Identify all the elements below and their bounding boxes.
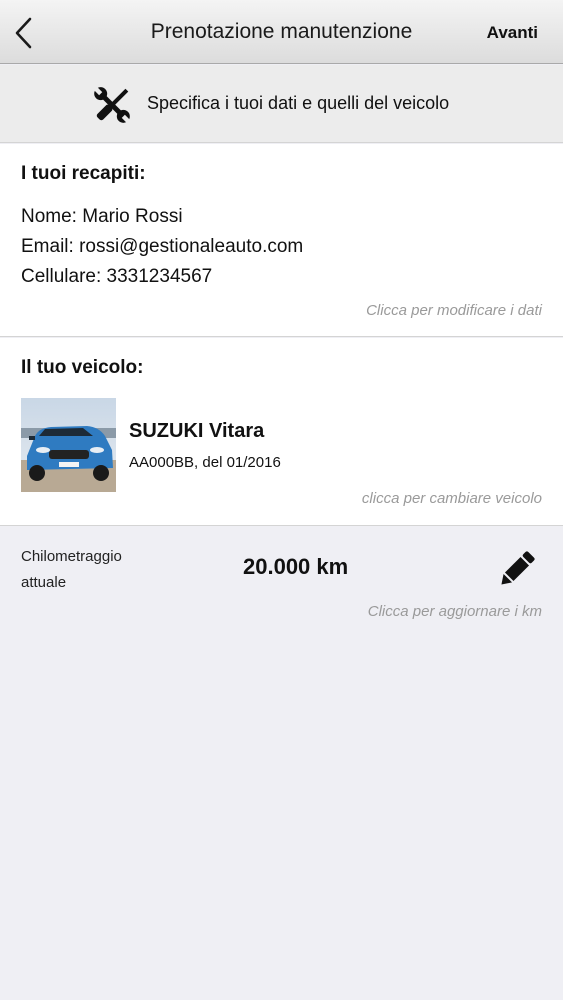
next-button[interactable]: Avanti (487, 23, 538, 43)
mileage-section: Chilometraggio attuale 20.000 km Clicca … (0, 527, 563, 642)
vehicle-title: Il tuo veicolo: (21, 357, 144, 378)
contact-email: Email: rossi@gestionaleauto.com (21, 236, 304, 257)
update-mileage-hint[interactable]: Clicca per aggiornare i km (368, 603, 542, 620)
mileage-value: 20.000 km (243, 554, 349, 579)
change-vehicle-hint[interactable]: clicca per cambiare veicolo (362, 490, 542, 507)
contact-phone: Cellulare: 3331234567 (21, 266, 213, 287)
edit-contacts-hint[interactable]: Clicca per modificare i dati (366, 302, 542, 319)
vehicle-card[interactable]: Il tuo veicolo: SUZUKI Vitara AA000BB, d… (0, 338, 563, 526)
banner-text: Specifica i tuoi dati e quelli del veico… (147, 93, 450, 113)
contact-name: Nome: Mario Rossi (21, 206, 183, 227)
navigation-bar: Prenotazione manutenzione Avanti (0, 0, 563, 64)
tools-icon (94, 87, 130, 123)
vehicle-image (21, 398, 116, 492)
mileage-label: Chilometraggio attuale (21, 548, 122, 591)
vehicle-plate-date: AA000BB, del 01/2016 (129, 454, 281, 471)
contacts-title: I tuoi recapiti: (21, 163, 146, 184)
vehicle-name: SUZUKI Vitara (129, 420, 265, 442)
edit-mileage-button[interactable] (495, 547, 539, 591)
page-title: Prenotazione manutenzione (150, 20, 413, 43)
info-banner: Specifica i tuoi dati e quelli del veico… (0, 65, 563, 143)
contacts-card[interactable]: I tuoi recapiti: Nome: Mario Rossi Email… (0, 144, 563, 337)
pencil-icon (501, 551, 535, 585)
